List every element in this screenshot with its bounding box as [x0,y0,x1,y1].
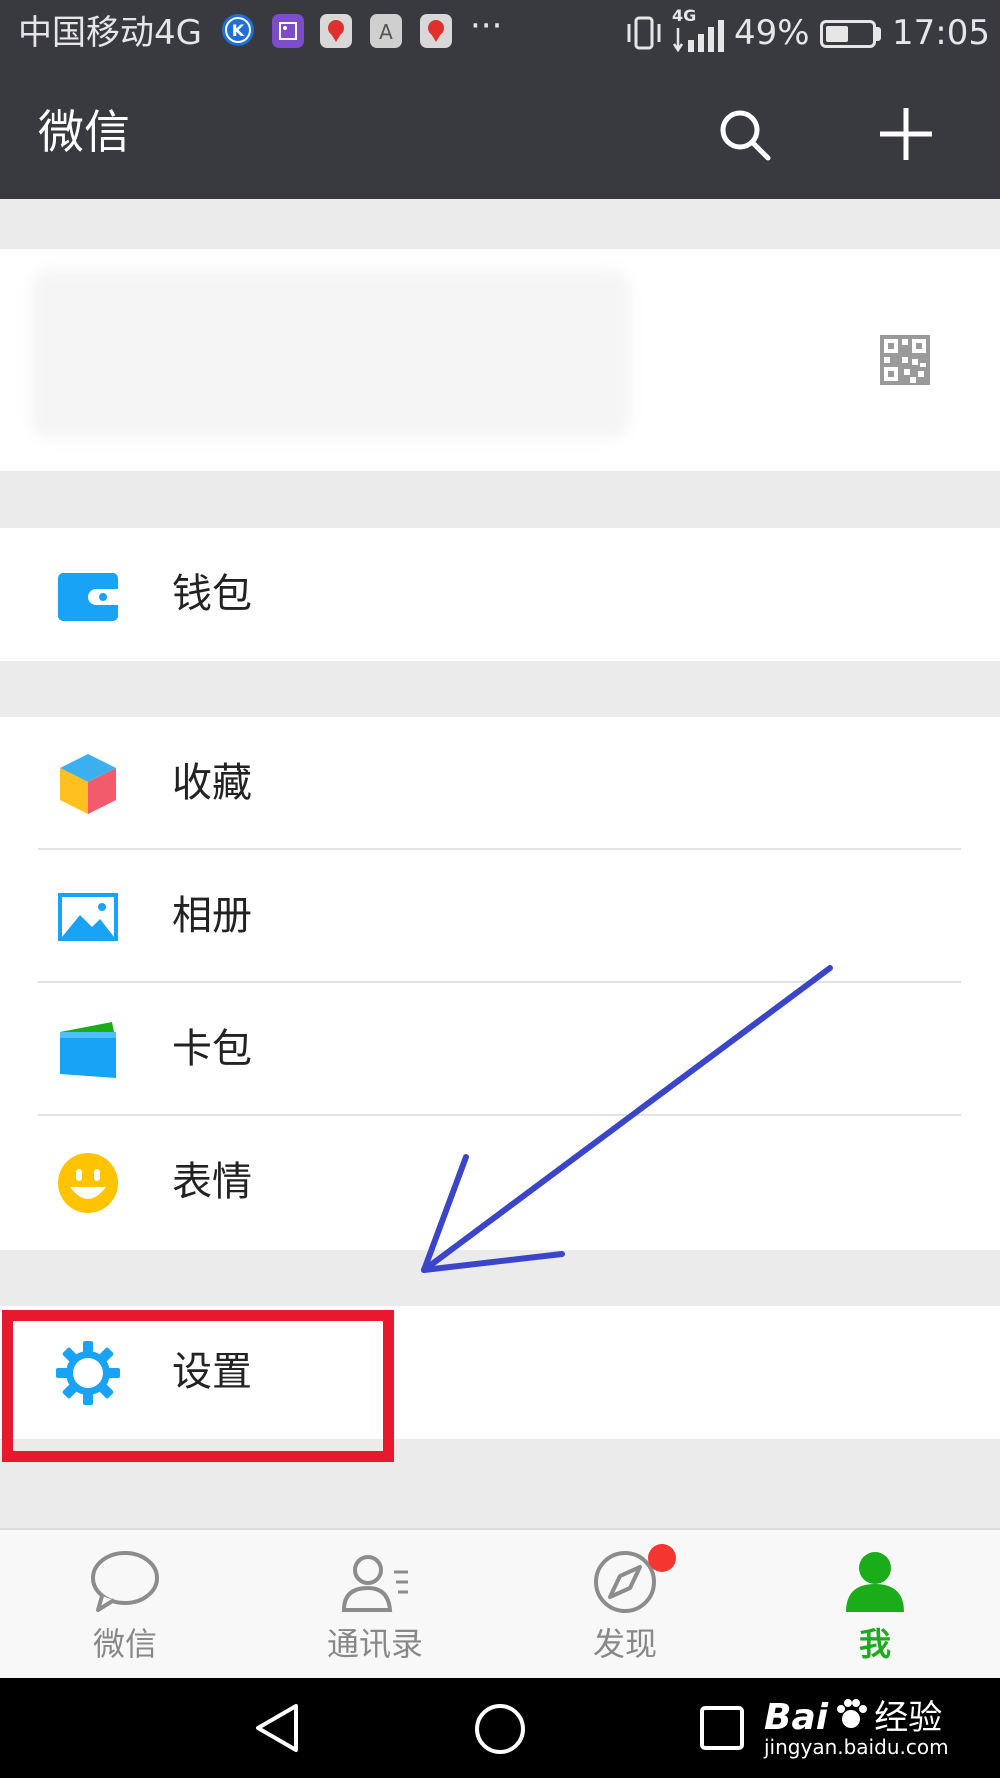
services-section: 收藏 相册 卡包 表情 [0,717,1000,1250]
tab-contacts[interactable]: 通讯录 [250,1530,500,1680]
gallery-notification-icon [272,14,304,48]
tab-label: 微信 [92,1625,157,1663]
menu-item-album[interactable]: 相册 [0,850,1000,983]
text-app-notification-icon: A [370,14,402,48]
page-title: 微信 [38,105,130,159]
tab-discover[interactable]: 发现 [500,1530,750,1680]
wallet-icon [58,573,118,621]
back-triangle-icon[interactable] [252,1702,302,1754]
svg-text:A: A [379,20,393,44]
person-icon [846,1552,904,1612]
battery-icon [820,20,876,48]
chat-bubble-icon [91,1551,159,1612]
menu-item-label: 相册 [172,893,252,939]
notification-badge [648,1544,676,1572]
contacts-icon [341,1555,408,1612]
signal-strength-icon [672,20,724,52]
photo-album-icon [58,893,118,941]
menu-item-cards[interactable]: 卡包 [0,983,1000,1116]
smiley-face-icon [58,1153,118,1213]
wallet-section: 钱包 [0,528,1000,661]
highlight-box-annotation [2,1310,394,1462]
menu-item-stickers[interactable]: 表情 [0,1116,1000,1249]
svg-text:K: K [232,21,245,40]
search-icon[interactable] [716,106,772,162]
tab-label: 我 [858,1625,891,1663]
status-bar: 中国移动4G K A ··· 4G 49% 17:05 [0,0,1000,66]
menu-item-favorites[interactable]: 收藏 [0,717,1000,850]
battery-tip [876,27,881,41]
menu-item-wallet[interactable]: 钱包 [0,528,1000,661]
cube-favorites-icon [60,754,116,814]
home-circle-icon[interactable] [473,1702,527,1756]
qr-code-icon[interactable] [880,335,930,385]
menu-item-label: 收藏 [172,760,252,806]
menu-item-label: 表情 [172,1159,252,1205]
more-notifications-indicator: ··· [470,6,503,46]
profile-card[interactable] [0,249,1000,471]
bottom-tab-bar: 微信 通讯录 发现 我 [0,1528,1000,1680]
baidu-jingyan-watermark: Bai 经验 jingyan.baidu.com [764,1690,949,1759]
tab-label: 发现 [592,1625,657,1663]
paw-logo-icon [837,1699,868,1728]
recents-square-icon[interactable] [698,1704,746,1752]
carrier-name: 中国移动4G [18,13,202,53]
battery-percentage: 49% [734,13,810,53]
blurred-profile-info [30,269,630,439]
clock: 17:05 [892,13,990,53]
k-app-notification-icon: K [222,14,254,46]
watermark-brand: Bai [764,1697,829,1738]
watermark-url: jingyan.baidu.com [764,1735,949,1759]
menu-item-label: 卡包 [172,1026,252,1072]
vibrate-icon [627,16,661,50]
map-notification-icon [320,14,352,48]
tab-label: 通讯录 [326,1625,423,1663]
top-app-bar: 微信 [0,66,1000,199]
card-wallet-icon [60,1022,116,1078]
watermark-brand-suffix: 经验 [874,1698,943,1738]
menu-item-label: 钱包 [172,571,252,617]
plus-icon[interactable] [878,106,934,162]
tab-me[interactable]: 我 [750,1530,1000,1680]
tab-chats[interactable]: 微信 [0,1530,250,1680]
map-notification-icon-2 [420,14,452,48]
